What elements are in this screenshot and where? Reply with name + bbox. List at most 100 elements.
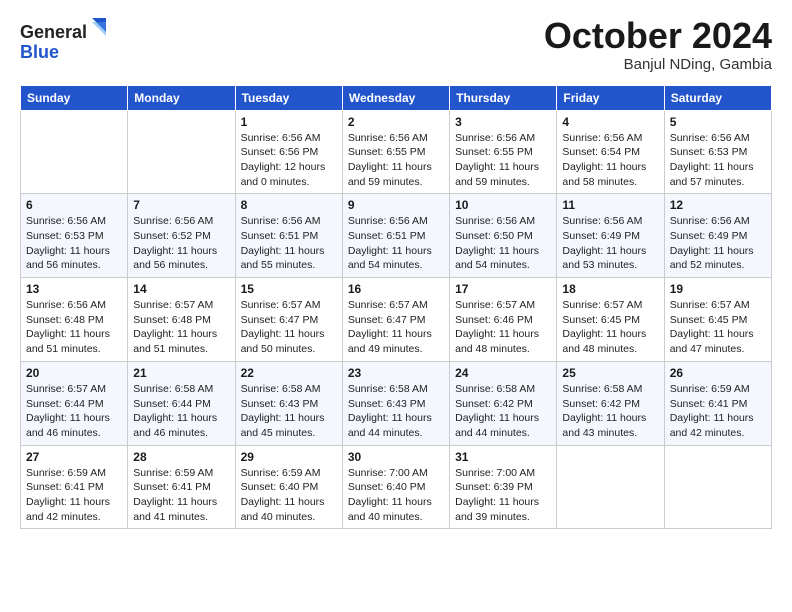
header: General Blue October 2024 Banjul NDing, …: [20, 16, 772, 73]
calendar-cell: 12 Sunrise: 6:56 AMSunset: 6:49 PMDayligh…: [664, 194, 771, 278]
day-info: Sunrise: 6:56 AMSunset: 6:54 PMDaylight:…: [562, 131, 658, 190]
calendar-cell: 2 Sunrise: 6:56 AMSunset: 6:55 PMDaylight…: [342, 110, 449, 194]
calendar-cell: 20 Sunrise: 6:57 AMSunset: 6:44 PMDayligh…: [21, 361, 128, 445]
calendar-cell: 18 Sunrise: 6:57 AMSunset: 6:45 PMDayligh…: [557, 278, 664, 362]
day-info: Sunrise: 6:56 AMSunset: 6:55 PMDaylight:…: [348, 131, 444, 190]
day-info: Sunrise: 6:56 AMSunset: 6:56 PMDaylight:…: [241, 131, 337, 190]
calendar-cell: 11Sunrise: 6:56 AMSunset: 6:49 PMDayligh…: [557, 194, 664, 278]
day-info: Sunrise: 6:57 AMSunset: 6:44 PMDaylight:…: [26, 382, 122, 441]
calendar-cell: 1 Sunrise: 6:56 AMSunset: 6:56 PMDaylight…: [235, 110, 342, 194]
calendar-cell: 24 Sunrise: 6:58 AMSunset: 6:42 PMDayligh…: [450, 361, 557, 445]
day-number: 7: [133, 198, 229, 212]
day-info: Sunrise: 7:00 AMSunset: 6:40 PMDaylight:…: [348, 466, 444, 525]
day-number: 14: [133, 282, 229, 296]
day-number: 22: [241, 366, 337, 380]
day-info: Sunrise: 6:59 AMSunset: 6:41 PMDaylight:…: [670, 382, 766, 441]
weekday-header-row: SundayMondayTuesdayWednesdayThursdayFrid…: [21, 85, 772, 110]
calendar-cell: 27 Sunrise: 6:59 AMSunset: 6:41 PMDayligh…: [21, 445, 128, 529]
calendar-cell: 31 Sunrise: 7:00 AMSunset: 6:39 PMDayligh…: [450, 445, 557, 529]
logo: General Blue: [20, 16, 110, 64]
week-row-1: 1 Sunrise: 6:56 AMSunset: 6:56 PMDaylight…: [21, 110, 772, 194]
day-info: Sunrise: 6:57 AMSunset: 6:47 PMDaylight:…: [241, 298, 337, 357]
calendar-cell: 26Sunrise: 6:59 AMSunset: 6:41 PMDayligh…: [664, 361, 771, 445]
day-info: Sunrise: 6:58 AMSunset: 6:42 PMDaylight:…: [455, 382, 551, 441]
day-number: 4: [562, 115, 658, 129]
page: General Blue October 2024 Banjul NDing, …: [0, 0, 792, 612]
svg-text:General: General: [20, 22, 87, 42]
day-info: Sunrise: 6:58 AMSunset: 6:43 PMDaylight:…: [241, 382, 337, 441]
day-info: Sunrise: 6:58 AMSunset: 6:43 PMDaylight:…: [348, 382, 444, 441]
calendar-cell: 22 Sunrise: 6:58 AMSunset: 6:43 PMDayligh…: [235, 361, 342, 445]
day-info: Sunrise: 6:57 AMSunset: 6:48 PMDaylight:…: [133, 298, 229, 357]
day-number: 9: [348, 198, 444, 212]
calendar-cell: [128, 110, 235, 194]
day-info: Sunrise: 6:56 AMSunset: 6:51 PMDaylight:…: [348, 214, 444, 273]
day-number: 20: [26, 366, 122, 380]
weekday-header-thursday: Thursday: [450, 85, 557, 110]
day-number: 3: [455, 115, 551, 129]
day-number: 1: [241, 115, 337, 129]
day-number: 13: [26, 282, 122, 296]
day-number: 24: [455, 366, 551, 380]
calendar-cell: 10 Sunrise: 6:56 AMSunset: 6:50 PMDayligh…: [450, 194, 557, 278]
weekday-header-wednesday: Wednesday: [342, 85, 449, 110]
day-number: 15: [241, 282, 337, 296]
calendar-cell: 21 Sunrise: 6:58 AMSunset: 6:44 PMDayligh…: [128, 361, 235, 445]
month-title: October 2024: [544, 16, 772, 56]
day-info: Sunrise: 6:58 AMSunset: 6:42 PMDaylight:…: [562, 382, 658, 441]
calendar-cell: 16Sunrise: 6:57 AMSunset: 6:47 PMDayligh…: [342, 278, 449, 362]
day-info: Sunrise: 6:56 AMSunset: 6:50 PMDaylight:…: [455, 214, 551, 273]
calendar-cell: 29 Sunrise: 6:59 AMSunset: 6:40 PMDayligh…: [235, 445, 342, 529]
weekday-header-saturday: Saturday: [664, 85, 771, 110]
calendar-cell: 13 Sunrise: 6:56 AMSunset: 6:48 PMDayligh…: [21, 278, 128, 362]
day-number: 5: [670, 115, 766, 129]
day-number: 29: [241, 450, 337, 464]
calendar-cell: 25 Sunrise: 6:58 AMSunset: 6:42 PMDayligh…: [557, 361, 664, 445]
day-number: 21: [133, 366, 229, 380]
day-number: 18: [562, 282, 658, 296]
day-info: Sunrise: 6:56 AMSunset: 6:48 PMDaylight:…: [26, 298, 122, 357]
weekday-header-monday: Monday: [128, 85, 235, 110]
day-number: 10: [455, 198, 551, 212]
calendar-cell: 6Sunrise: 6:56 AMSunset: 6:53 PMDaylight…: [21, 194, 128, 278]
calendar-cell: [557, 445, 664, 529]
day-info: Sunrise: 6:59 AMSunset: 6:41 PMDaylight:…: [26, 466, 122, 525]
calendar-cell: [21, 110, 128, 194]
calendar-cell: 15 Sunrise: 6:57 AMSunset: 6:47 PMDayligh…: [235, 278, 342, 362]
calendar-cell: 23 Sunrise: 6:58 AMSunset: 6:43 PMDayligh…: [342, 361, 449, 445]
day-info: Sunrise: 6:56 AMSunset: 6:49 PMDaylight:…: [670, 214, 766, 273]
calendar-cell: 19Sunrise: 6:57 AMSunset: 6:45 PMDayligh…: [664, 278, 771, 362]
day-info: Sunrise: 6:56 AMSunset: 6:49 PMDaylight:…: [562, 214, 658, 273]
day-number: 30: [348, 450, 444, 464]
calendar-cell: 30 Sunrise: 7:00 AMSunset: 6:40 PMDayligh…: [342, 445, 449, 529]
calendar-cell: 8Sunrise: 6:56 AMSunset: 6:51 PMDaylight…: [235, 194, 342, 278]
day-number: 19: [670, 282, 766, 296]
day-info: Sunrise: 6:59 AMSunset: 6:40 PMDaylight:…: [241, 466, 337, 525]
day-number: 28: [133, 450, 229, 464]
weekday-header-friday: Friday: [557, 85, 664, 110]
day-number: 27: [26, 450, 122, 464]
calendar-cell: 7Sunrise: 6:56 AMSunset: 6:52 PMDaylight…: [128, 194, 235, 278]
day-number: 12: [670, 198, 766, 212]
svg-text:Blue: Blue: [20, 42, 59, 62]
day-info: Sunrise: 6:57 AMSunset: 6:46 PMDaylight:…: [455, 298, 551, 357]
day-number: 25: [562, 366, 658, 380]
day-info: Sunrise: 6:56 AMSunset: 6:55 PMDaylight:…: [455, 131, 551, 190]
week-row-4: 20 Sunrise: 6:57 AMSunset: 6:44 PMDayligh…: [21, 361, 772, 445]
day-number: 2: [348, 115, 444, 129]
day-info: Sunrise: 6:58 AMSunset: 6:44 PMDaylight:…: [133, 382, 229, 441]
day-info: Sunrise: 6:59 AMSunset: 6:41 PMDaylight:…: [133, 466, 229, 525]
day-info: Sunrise: 6:57 AMSunset: 6:45 PMDaylight:…: [562, 298, 658, 357]
calendar-cell: [664, 445, 771, 529]
day-info: Sunrise: 7:00 AMSunset: 6:39 PMDaylight:…: [455, 466, 551, 525]
calendar-cell: 4 Sunrise: 6:56 AMSunset: 6:54 PMDaylight…: [557, 110, 664, 194]
logo-svg: General Blue: [20, 16, 110, 64]
day-number: 31: [455, 450, 551, 464]
weekday-header-tuesday: Tuesday: [235, 85, 342, 110]
day-info: Sunrise: 6:56 AMSunset: 6:53 PMDaylight:…: [26, 214, 122, 273]
day-number: 8: [241, 198, 337, 212]
week-row-5: 27 Sunrise: 6:59 AMSunset: 6:41 PMDayligh…: [21, 445, 772, 529]
day-info: Sunrise: 6:57 AMSunset: 6:47 PMDaylight:…: [348, 298, 444, 357]
day-number: 23: [348, 366, 444, 380]
calendar-table: SundayMondayTuesdayWednesdayThursdayFrid…: [20, 85, 772, 530]
